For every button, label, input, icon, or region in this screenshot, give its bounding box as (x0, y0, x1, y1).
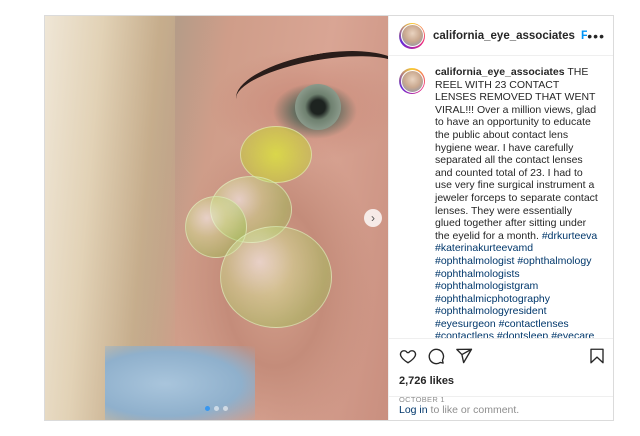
login-suffix: to like or comment. (427, 404, 520, 416)
instagram-embed: › california_eye_associates Follow ••• c… (44, 15, 614, 421)
hashtag-link[interactable]: #ophthalmologist (435, 255, 514, 267)
carousel-dot (205, 406, 210, 411)
contact-lens (220, 226, 332, 328)
hashtag-link[interactable]: #katerinakurteevamd (435, 242, 533, 254)
chevron-right-icon: › (371, 211, 375, 225)
hashtag-link[interactable]: #drkurteeva (542, 230, 597, 242)
login-link[interactable]: Log in (399, 404, 428, 416)
like-count[interactable]: 2,726 likes (399, 375, 606, 387)
header-username[interactable]: california_eye_associates (433, 30, 575, 42)
hashtag-link[interactable]: #ophthalmologists (435, 268, 520, 280)
avatar[interactable] (399, 22, 425, 49)
carousel-dot (214, 406, 219, 411)
avatar-image (400, 69, 424, 93)
hashtag-link[interactable]: #ophthalmology (517, 255, 591, 267)
post-photo[interactable]: › (45, 16, 388, 420)
avatar-image (400, 24, 424, 47)
login-prompt: Log in to like or comment. (389, 396, 613, 420)
caption-body: THE REEL WITH 23 CONTACT LENSES REMOVED … (435, 66, 598, 242)
hashtag-link[interactable]: #eyesurgeon (435, 318, 496, 330)
hashtag-link[interactable]: #ophthalmologyresident (435, 305, 547, 317)
post-header: california_eye_associates Follow ••• (389, 16, 613, 56)
hashtag-link[interactable]: #ophthalmologistgram (435, 280, 538, 292)
hashtag-link[interactable]: #ophthalmicphotography (435, 293, 550, 305)
caption-text: california_eye_associates THE REEL WITH … (435, 66, 599, 338)
hashtag-link[interactable]: #eyecare (551, 330, 594, 338)
photo-eye (295, 84, 341, 130)
caption-avatar[interactable] (399, 68, 425, 94)
hashtag-link[interactable]: #contactlens (435, 330, 494, 338)
carousel-dot (223, 406, 228, 411)
heart-icon[interactable] (399, 347, 417, 365)
share-icon[interactable] (455, 347, 473, 365)
carousel-next-button[interactable]: › (364, 209, 382, 227)
comment-icon[interactable] (427, 347, 445, 365)
hashtag-link[interactable]: #dontsleep (497, 330, 548, 338)
bookmark-icon[interactable] (588, 347, 606, 365)
carousel-indicator (205, 406, 228, 411)
contact-lens (240, 126, 312, 183)
caption-area: california_eye_associates THE REEL WITH … (389, 56, 613, 338)
hashtag-link[interactable]: #contactlenses (499, 318, 569, 330)
action-icons (399, 339, 606, 373)
hashtag-list: #drkurteeva #katerinakurteevamd #ophthal… (435, 230, 597, 338)
post-sidebar: california_eye_associates Follow ••• cal… (388, 16, 613, 420)
more-options-icon[interactable]: ••• (587, 28, 605, 44)
caption-username[interactable]: california_eye_associates (435, 66, 565, 78)
caption: california_eye_associates THE REEL WITH … (399, 66, 606, 338)
photo-scrubs (105, 346, 255, 420)
